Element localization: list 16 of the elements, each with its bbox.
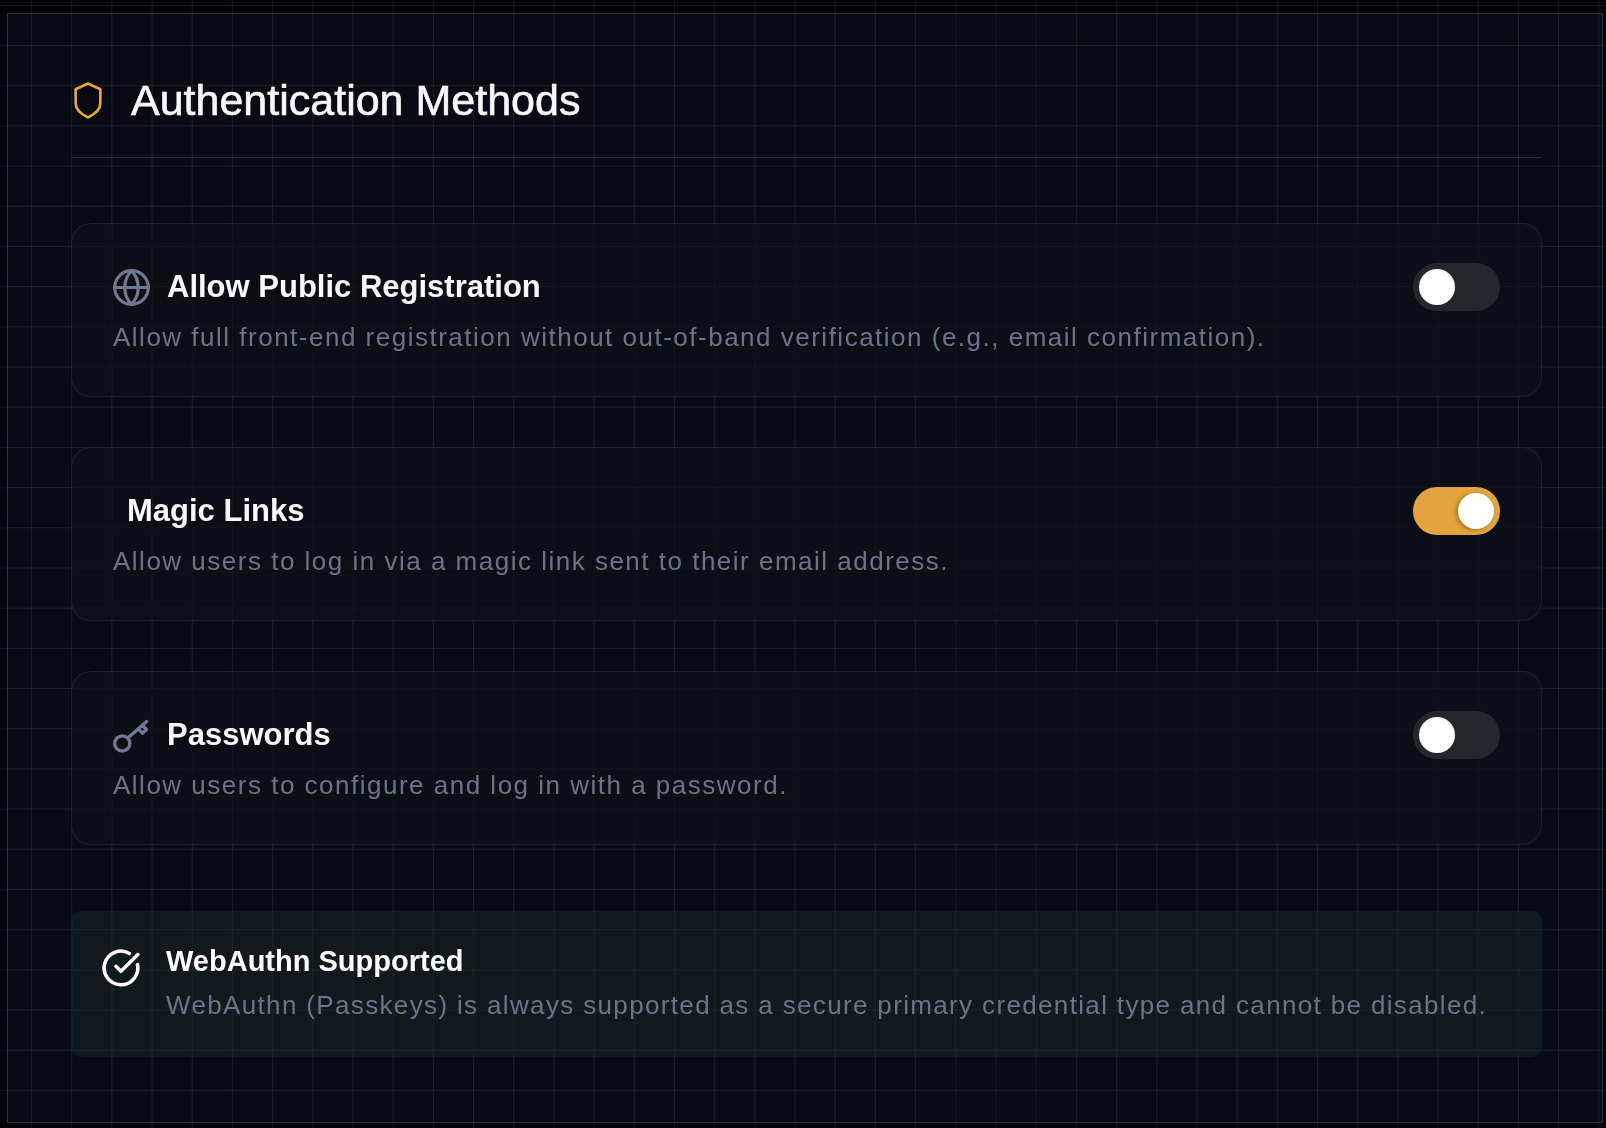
banner-title: WebAuthn Supported bbox=[166, 944, 465, 978]
toggle-switch[interactable] bbox=[1413, 487, 1500, 535]
toggle-switch[interactable] bbox=[1413, 263, 1500, 311]
shield-icon bbox=[74, 81, 102, 119]
globe-icon bbox=[113, 268, 150, 306]
setting-description: Allow full front-end registration without out-of-band verification (e.g., email confirmation). bbox=[113, 321, 1267, 353]
setting-title: Allow Public Registration bbox=[167, 268, 541, 306]
toggle-switch[interactable] bbox=[1413, 711, 1500, 759]
banner-description: WebAuthn (Passkeys) is always supported as a secure primary credential type and cannot be disabled. bbox=[166, 989, 1488, 1021]
setting-title: Passwords bbox=[167, 716, 331, 754]
setting-description: Allow users to configure and log in with a password. bbox=[113, 769, 789, 801]
setting-description: Allow users to log in via a magic link sent to their email address. bbox=[113, 545, 951, 577]
key-icon bbox=[113, 717, 150, 753]
setting-title: Magic Links bbox=[127, 492, 305, 530]
check-circle-icon bbox=[102, 949, 140, 987]
section-title: Authentication Methods bbox=[131, 77, 581, 123]
